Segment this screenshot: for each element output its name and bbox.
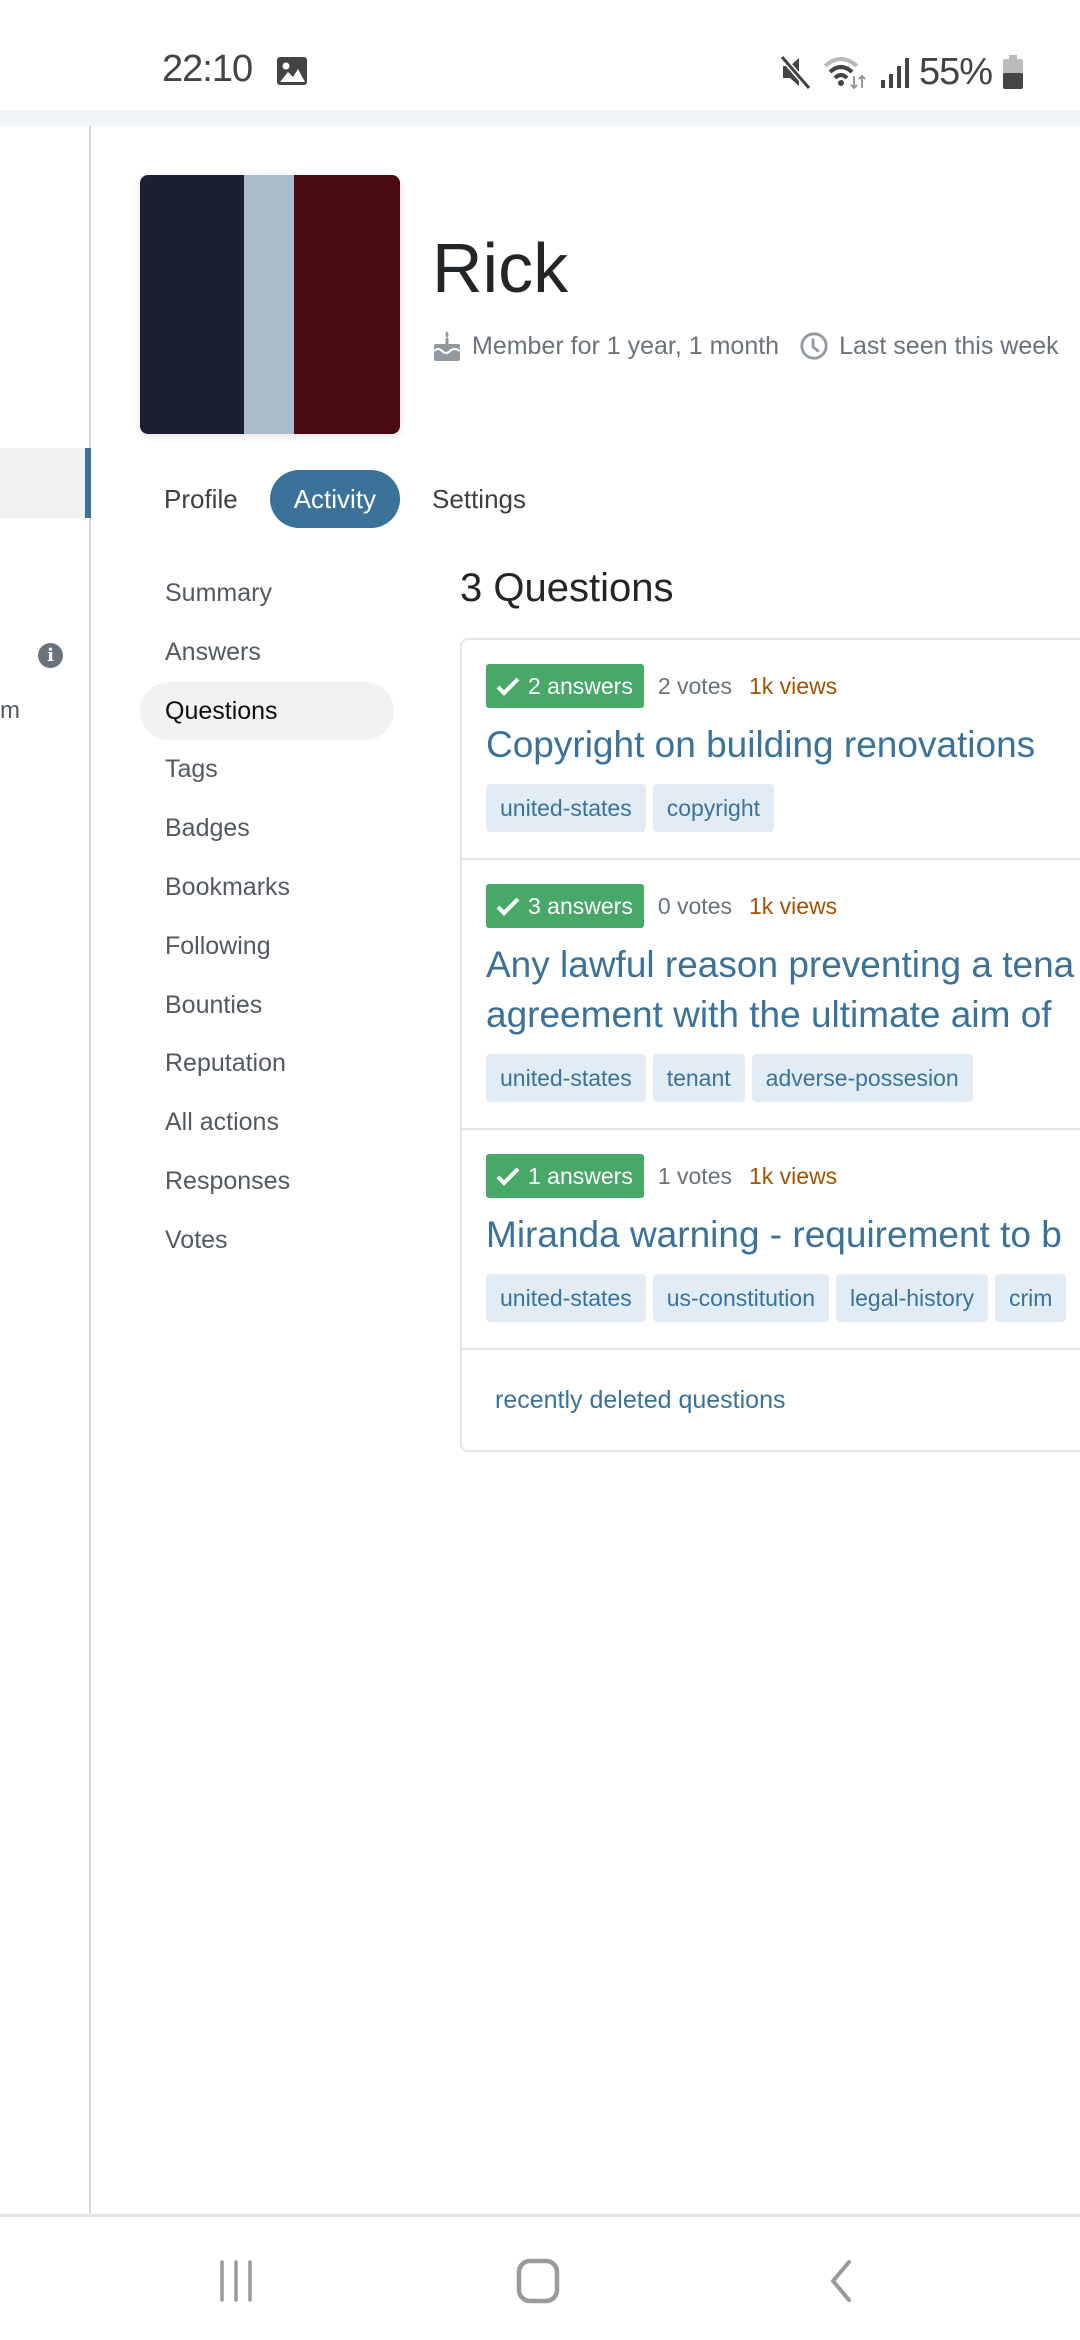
- tag[interactable]: united-states: [486, 1274, 646, 1322]
- answers-badge: 1 answers: [486, 1154, 644, 1198]
- left-sidebar-active-item[interactable]: [0, 448, 91, 518]
- check-icon: [496, 1167, 520, 1186]
- views-count: 1k views: [748, 672, 838, 699]
- subnav-votes[interactable]: Votes: [140, 1211, 394, 1270]
- question-stats: 1 answers 1 votes 1k views: [486, 1154, 1080, 1198]
- clock-icon: [800, 332, 828, 360]
- question-title-link[interactable]: Miranda warning - requirement to b: [486, 1210, 1080, 1260]
- tag[interactable]: us-constitution: [652, 1274, 830, 1322]
- subnav-responses[interactable]: Responses: [140, 1152, 394, 1211]
- battery-percent: 55%: [918, 50, 993, 93]
- subnav-summary[interactable]: Summary: [140, 564, 394, 623]
- last-seen: Last seen this week: [839, 331, 1059, 360]
- left-sidebar-text: m: [0, 697, 20, 724]
- avatar-stripe-maroon: [294, 175, 400, 434]
- subnav-tags[interactable]: Tags: [140, 740, 394, 799]
- tag[interactable]: copyright: [652, 784, 775, 832]
- subnav-questions[interactable]: Questions: [140, 681, 394, 741]
- cake-icon: [433, 331, 461, 361]
- profile-tabs: Profile Activity Settings: [140, 470, 550, 528]
- signal-icon: [880, 58, 909, 88]
- question-tags: united-states tenant adverse-possesion: [486, 1054, 1080, 1102]
- left-sidebar: [0, 126, 91, 2214]
- profile-meta: Member for 1 year, 1 month Last seen thi…: [432, 330, 1059, 362]
- votes-count: 0 votes: [657, 892, 732, 919]
- user-name: Rick: [432, 229, 569, 307]
- tab-activity[interactable]: Activity: [269, 470, 401, 528]
- answers-count: 2 answers: [528, 673, 633, 699]
- tag[interactable]: adverse-possesion: [751, 1054, 973, 1102]
- member-since: Member for 1 year, 1 month: [472, 331, 780, 360]
- votes-count: 2 votes: [657, 672, 732, 699]
- info-icon[interactable]: i: [38, 643, 63, 668]
- question-stats: 2 answers 2 votes 1k views: [486, 664, 1080, 708]
- question-title-link[interactable]: Any lawful reason preventing a tena agre…: [486, 940, 1080, 1040]
- home-button[interactable]: [508, 2257, 568, 2305]
- status-icons: 55%: [779, 50, 1024, 94]
- question-title-link[interactable]: Copyright on building renovations: [486, 720, 1080, 770]
- question-item: 3 answers 0 votes 1k views Any lawful re…: [462, 860, 1080, 1130]
- answers-badge: 3 answers: [486, 884, 644, 928]
- question-item: 1 answers 1 votes 1k views Miranda warni…: [462, 1130, 1080, 1350]
- gallery-icon: [277, 57, 307, 85]
- tag[interactable]: tenant: [652, 1054, 745, 1102]
- tag[interactable]: legal-history: [836, 1274, 989, 1322]
- votes-count: 1 votes: [657, 1162, 732, 1189]
- subnav-bounties[interactable]: Bounties: [140, 976, 394, 1035]
- home-icon: [516, 2258, 560, 2304]
- subnav-reputation[interactable]: Reputation: [140, 1034, 394, 1093]
- status-bar: 22:10 55%: [0, 0, 1080, 110]
- questions-heading: 3 Questions: [460, 566, 674, 610]
- question-tags: united-states copyright: [486, 784, 1080, 832]
- question-stats: 3 answers 0 votes 1k views: [486, 884, 1080, 928]
- recent-apps-icon: [220, 2260, 252, 2302]
- site-topbar: [0, 110, 1080, 126]
- subnav-answers[interactable]: Answers: [140, 623, 394, 682]
- back-icon: [831, 2260, 851, 2302]
- subnav-following[interactable]: Following: [140, 917, 394, 976]
- answers-count: 1 answers: [528, 1163, 633, 1189]
- views-count: 1k views: [748, 892, 838, 919]
- avatar[interactable]: [140, 175, 400, 434]
- tag[interactable]: crim: [995, 1274, 1067, 1322]
- views-count: 1k views: [748, 1162, 838, 1189]
- activity-subnav: Summary Answers Questions Tags Badges Bo…: [140, 564, 394, 1270]
- tag[interactable]: united-states: [486, 1054, 646, 1102]
- answers-badge: 2 answers: [486, 664, 644, 708]
- tab-profile[interactable]: Profile: [140, 470, 262, 528]
- questions-list: 2 answers 2 votes 1k views Copyright on …: [460, 638, 1080, 1452]
- avatar-stripe-light: [244, 175, 294, 434]
- battery-icon: [1003, 55, 1023, 89]
- recently-deleted-link[interactable]: recently deleted questions: [462, 1350, 1080, 1450]
- clock: 22:10: [162, 48, 253, 90]
- subnav-bookmarks[interactable]: Bookmarks: [140, 858, 394, 917]
- answers-count: 3 answers: [528, 893, 633, 919]
- recent-apps-button[interactable]: [206, 2257, 266, 2305]
- back-button[interactable]: [810, 2257, 870, 2305]
- wifi-icon: [823, 57, 866, 90]
- question-item: 2 answers 2 votes 1k views Copyright on …: [462, 640, 1080, 860]
- question-title-line: Any lawful reason preventing a tena: [486, 944, 1075, 985]
- avatar-stripe-navy: [140, 175, 244, 434]
- check-icon: [496, 677, 520, 696]
- subnav-badges[interactable]: Badges: [140, 799, 394, 858]
- mute-icon: [779, 55, 812, 90]
- tab-settings[interactable]: Settings: [408, 470, 550, 528]
- question-title-line: agreement with the ultimate aim of: [486, 994, 1052, 1035]
- system-nav-bar: [0, 2214, 1080, 2340]
- check-icon: [496, 897, 520, 916]
- question-tags: united-states us-constitution legal-hist…: [486, 1274, 1080, 1322]
- tag[interactable]: united-states: [486, 784, 646, 832]
- subnav-all-actions[interactable]: All actions: [140, 1093, 394, 1152]
